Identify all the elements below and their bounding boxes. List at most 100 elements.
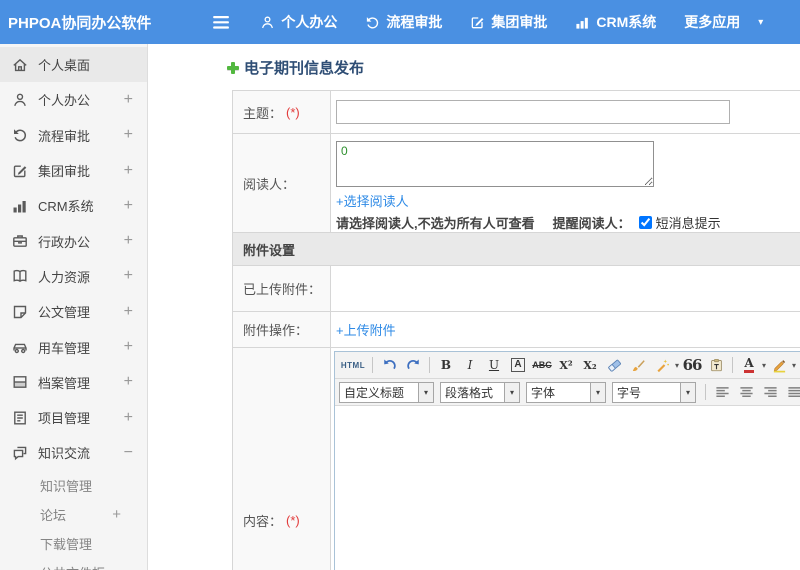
expand-plus-icon[interactable]: + bbox=[124, 409, 133, 427]
sidebar-item-archive-mgmt[interactable]: 档案管理 + bbox=[0, 365, 147, 400]
custom-title-select[interactable]: 自定义标题 ▾ bbox=[339, 381, 434, 403]
toolbar-separator bbox=[372, 357, 373, 373]
expand-plus-icon[interactable]: + bbox=[112, 506, 121, 523]
rich-text-editor: HTMLBIUAABCX²X₂▾66A▾▾123▾ 自定义标题▾段落格式▾字体▾… bbox=[334, 351, 800, 570]
readers-cell: +选择阅读人 请选择阅读人,不选为所有人可查看 提醒阅读人： 短消息提示 bbox=[331, 134, 800, 232]
font-color-button[interactable]: A bbox=[738, 355, 760, 375]
strikethrough-button[interactable]: ABC bbox=[531, 355, 553, 375]
chevron-down-icon[interactable]: ▾ bbox=[504, 382, 519, 402]
expand-plus-icon[interactable]: + bbox=[124, 232, 133, 250]
car-icon bbox=[12, 339, 28, 355]
blockquote-button[interactable]: 66 bbox=[681, 355, 703, 375]
font-size-select[interactable]: 字号 ▾ bbox=[612, 381, 696, 403]
editor-toolbar-row2: 自定义标题 ▾ 段落格式 ▾ 字体 ▾ 字号 ▾ bbox=[335, 379, 800, 406]
chevron-down-icon[interactable]: ▾ bbox=[590, 382, 605, 402]
sms-remind-checkbox[interactable] bbox=[638, 216, 652, 229]
sidebar-item-workflow-approval[interactable]: 流程审批 + bbox=[0, 118, 147, 153]
bold-button[interactable]: B bbox=[435, 355, 457, 375]
readers-label-text: 阅读人： bbox=[243, 176, 296, 192]
toolbar-separator bbox=[732, 357, 734, 373]
sidebar-item-workflow-approval-label: 流程审批 bbox=[38, 128, 91, 144]
eraser-button[interactable] bbox=[603, 355, 625, 375]
undo-icon[interactable] bbox=[378, 355, 400, 375]
paragraph-select[interactable]: 段落格式 ▾ bbox=[440, 381, 520, 403]
subscript-button[interactable]: X₂ bbox=[579, 355, 601, 375]
html-source-button[interactable]: HTML bbox=[339, 355, 367, 375]
expand-plus-icon[interactable]: + bbox=[124, 91, 133, 109]
font-family-select[interactable]: 字体 ▾ bbox=[526, 381, 606, 403]
sidebar-item-document-mgmt-label: 公文管理 bbox=[38, 305, 91, 321]
font-border-button[interactable]: A bbox=[507, 355, 529, 375]
underline-button[interactable]: U bbox=[483, 355, 505, 375]
chevron-down-icon[interactable]: ▾ bbox=[792, 361, 796, 370]
attachment-section-header: 附件设置 bbox=[233, 233, 800, 266]
undo-icon bbox=[12, 127, 28, 143]
sidebar-item-hr[interactable]: 人力资源 + bbox=[0, 259, 147, 294]
sidebar-item-personal-office[interactable]: 个人办公 + bbox=[0, 82, 147, 117]
nav-group-approval[interactable]: 集团审批 bbox=[470, 12, 547, 32]
subject-input[interactable] bbox=[336, 100, 730, 124]
highlight-button[interactable] bbox=[768, 355, 790, 375]
sidebar-item-crm-system[interactable]: CRM系统 + bbox=[0, 188, 147, 223]
italic-button[interactable]: I bbox=[459, 355, 481, 375]
paste-text-button[interactable] bbox=[705, 355, 727, 375]
expand-plus-icon[interactable]: + bbox=[124, 373, 133, 391]
sidebar-item-personal-office-label: 个人办公 bbox=[38, 93, 91, 109]
collapse-minus-icon[interactable]: − bbox=[124, 444, 133, 462]
expand-plus-icon[interactable]: + bbox=[124, 162, 133, 180]
align-center-button[interactable] bbox=[735, 382, 757, 402]
sidebar-item-document-mgmt[interactable]: 公文管理 + bbox=[0, 294, 147, 329]
book-icon bbox=[12, 268, 28, 284]
chevron-down-icon[interactable]: ▾ bbox=[680, 382, 695, 402]
sidebar-subitem-download-mgmt-label: 下载管理 bbox=[40, 536, 93, 552]
format-brush-button[interactable] bbox=[627, 355, 649, 375]
chevron-down-icon[interactable]: ▾ bbox=[418, 382, 433, 402]
redo-icon[interactable] bbox=[402, 355, 424, 375]
sidebar-subitem-public-cabinet[interactable]: 公共文件柜 bbox=[0, 558, 147, 570]
chevron-down-icon[interactable]: ▾ bbox=[762, 361, 766, 370]
autotypeset-button[interactable] bbox=[651, 355, 673, 375]
sidebar-item-project-mgmt[interactable]: 项目管理 + bbox=[0, 400, 147, 435]
sidebar-item-knowledge-exchange[interactable]: 知识交流 − bbox=[0, 435, 147, 470]
expand-plus-icon[interactable]: + bbox=[124, 126, 133, 144]
select-readers-link[interactable]: +选择阅读人 bbox=[336, 191, 409, 210]
align-left-button[interactable] bbox=[711, 382, 733, 402]
expand-plus-icon[interactable]: + bbox=[124, 267, 133, 285]
superscript-button[interactable]: X² bbox=[555, 355, 577, 375]
sidebar-subitem-knowledge-mgmt-label: 知识管理 bbox=[40, 478, 93, 494]
page-title: 电子期刊信息发布 bbox=[226, 57, 364, 78]
toolbar-separator bbox=[429, 357, 430, 373]
chevron-down-icon[interactable]: ▾ bbox=[675, 361, 679, 370]
upload-attachment-link[interactable]: +上传附件 bbox=[336, 320, 396, 339]
nav-workflow-approval[interactable]: 流程审批 bbox=[365, 12, 442, 32]
sidebar-subitem-knowledge-mgmt[interactable]: 知识管理 bbox=[0, 471, 147, 500]
sidebar-item-vehicle-mgmt[interactable]: 用车管理 + bbox=[0, 329, 147, 364]
sidebar-item-admin-office[interactable]: 行政办公 + bbox=[0, 223, 147, 258]
sidebar-item-personal-desktop[interactable]: 个人桌面 bbox=[0, 47, 147, 83]
readers-textarea[interactable] bbox=[336, 141, 654, 187]
align-justify-button[interactable] bbox=[783, 382, 800, 402]
paragraph-select-value: 段落格式 bbox=[445, 385, 494, 400]
attachment-operation-row: 附件操作： +上传附件 bbox=[233, 312, 800, 348]
sidebar-subitem-forum[interactable]: 论坛 + bbox=[0, 500, 147, 529]
expand-plus-icon[interactable]: + bbox=[124, 197, 133, 215]
readers-tip-text: 请选择阅读人,不选为所有人可查看 bbox=[336, 216, 535, 231]
subject-cell bbox=[331, 91, 800, 133]
nav-personal-office[interactable]: 个人办公 bbox=[260, 12, 337, 32]
align-right-button[interactable] bbox=[759, 382, 781, 402]
expand-plus-icon[interactable]: + bbox=[124, 303, 133, 321]
attachment-operation-cell: +上传附件 bbox=[331, 312, 800, 347]
caret-down-icon[interactable]: ▾ bbox=[758, 17, 763, 28]
sidebar-item-group-approval[interactable]: 集团审批 + bbox=[0, 153, 147, 188]
sidebar-item-knowledge-exchange-label: 知识交流 bbox=[38, 446, 91, 462]
nav-group-approval-label: 集团审批 bbox=[491, 14, 548, 30]
nav-more-apps[interactable]: 更多应用 ▾ bbox=[684, 12, 763, 32]
content-label: 内容： (*) bbox=[233, 348, 331, 570]
nav-crm-system[interactable]: CRM系统 bbox=[575, 12, 656, 32]
sidebar-subitem-download-mgmt[interactable]: 下载管理 bbox=[0, 529, 147, 558]
editor-content-area[interactable] bbox=[335, 406, 800, 570]
user-icon bbox=[12, 92, 28, 108]
expand-plus-icon[interactable]: + bbox=[124, 338, 133, 356]
doc-icon bbox=[12, 304, 28, 320]
menu-toggle-button[interactable] bbox=[213, 15, 230, 29]
